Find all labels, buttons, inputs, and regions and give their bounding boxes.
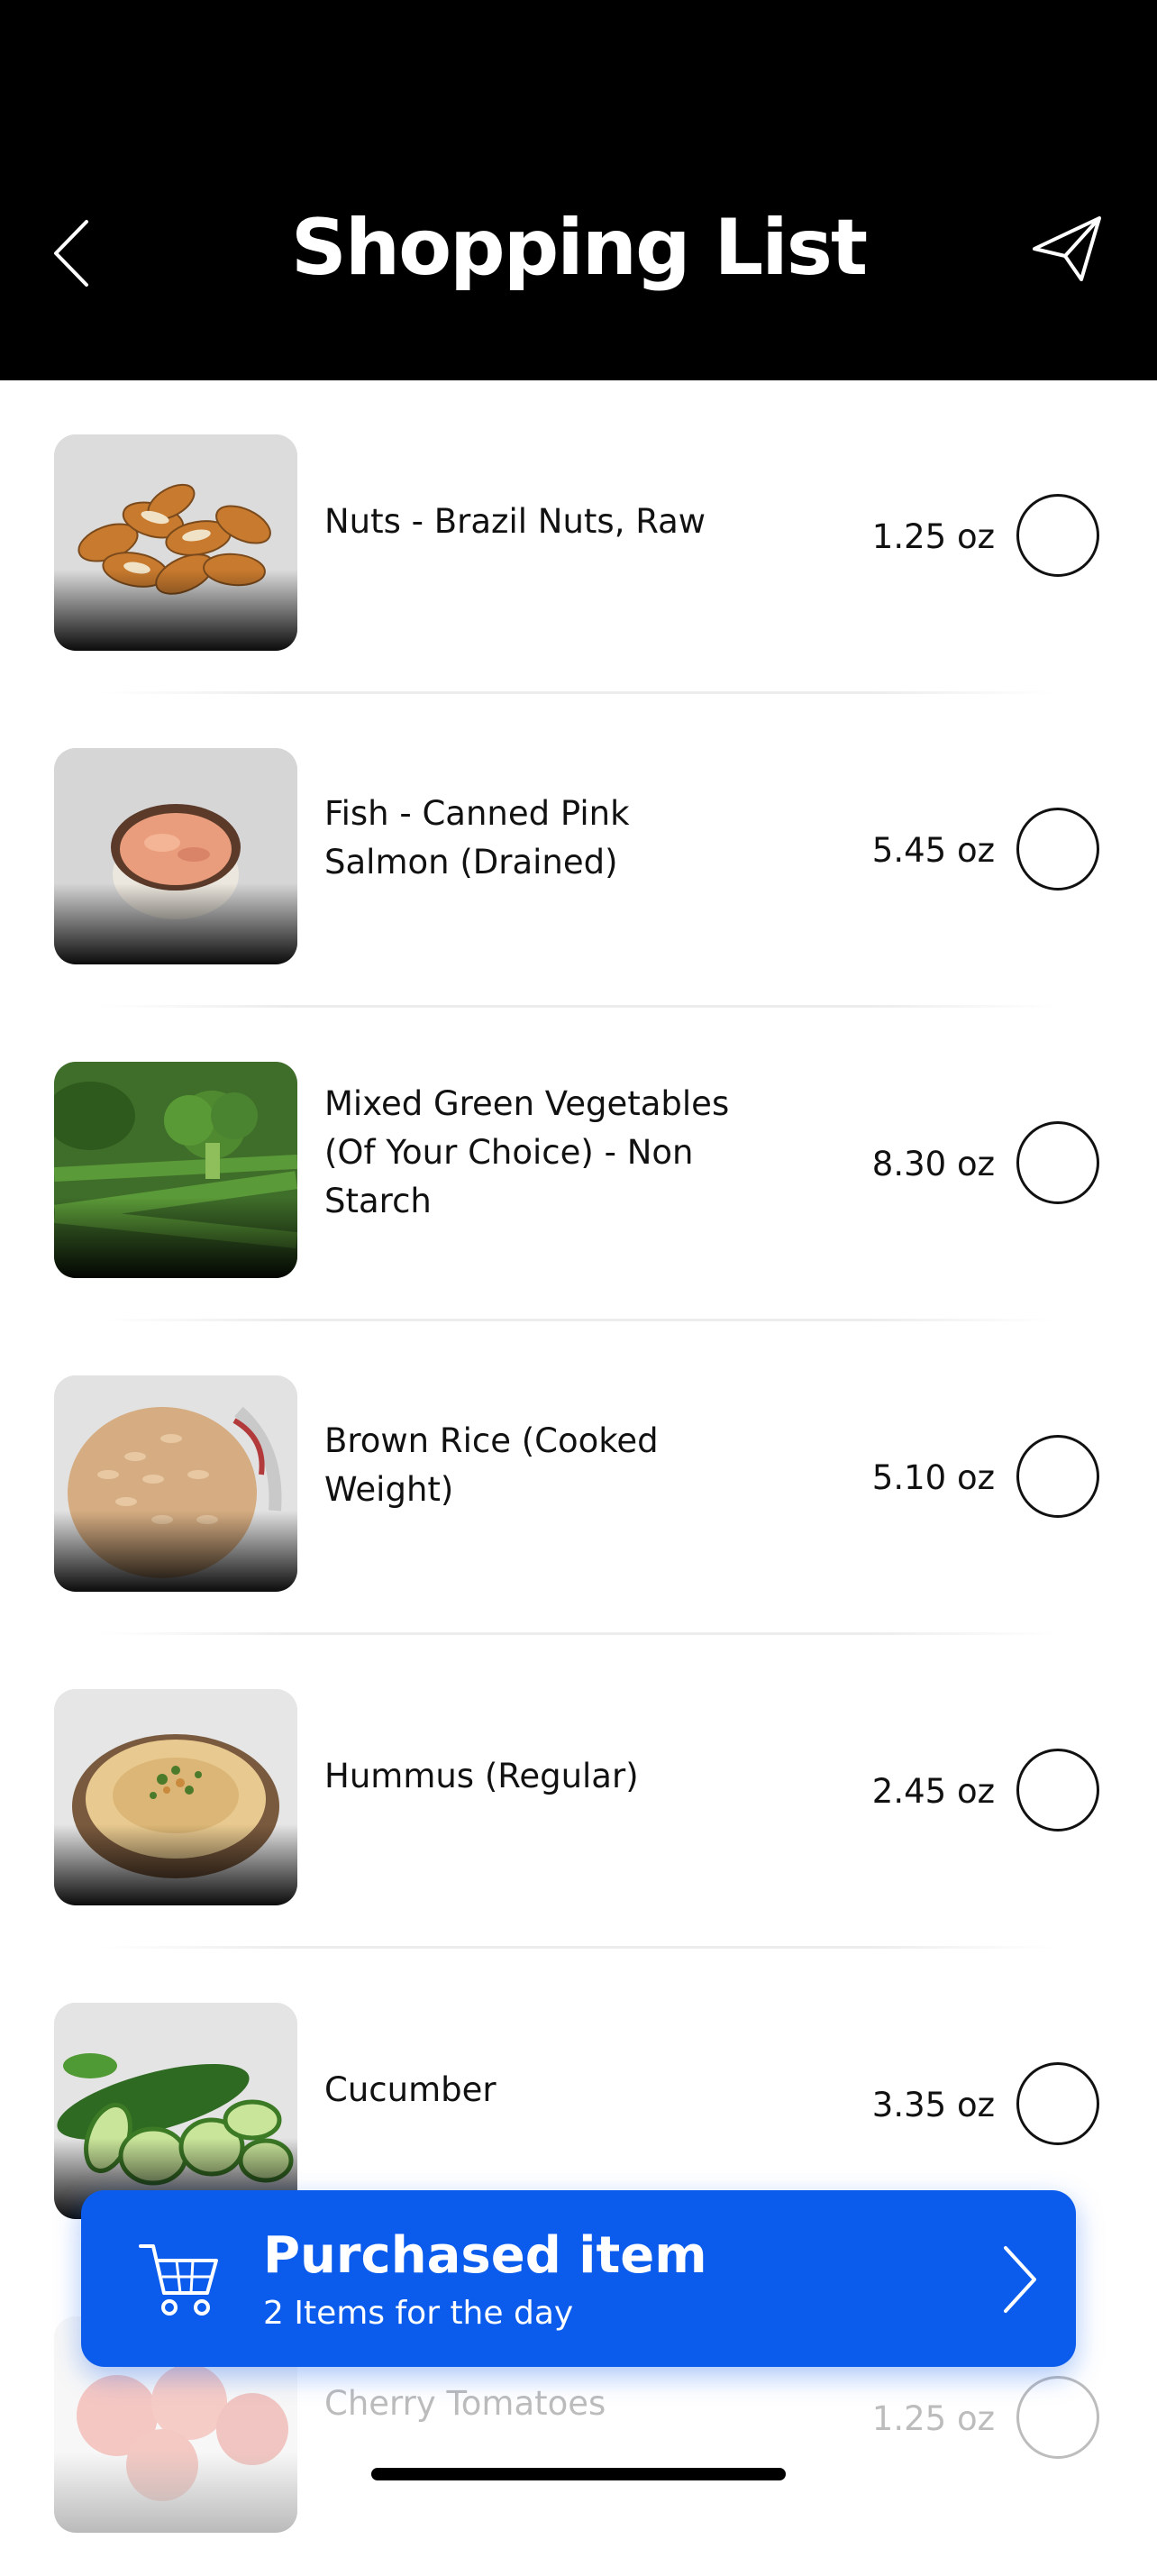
list-item[interactable]: Hummus (Regular) 2.45 oz bbox=[0, 1635, 1157, 1949]
item-quantity: 1.25 oz bbox=[871, 2399, 995, 2438]
item-name: Cherry Tomatoes bbox=[324, 2384, 606, 2423]
item-image bbox=[54, 434, 297, 651]
item-name: Cucumber bbox=[324, 2070, 497, 2109]
item-checkbox[interactable] bbox=[1016, 1749, 1099, 1832]
chevron-right-icon bbox=[1004, 2246, 1036, 2313]
list-item[interactable]: Mixed Green Vegetables (Of Your Choice) … bbox=[0, 1008, 1157, 1321]
item-quantity: 5.10 oz bbox=[871, 1458, 995, 1497]
item-checkbox[interactable] bbox=[1016, 1435, 1099, 1518]
list-item[interactable]: Brown Rice (Cooked Weight) 5.10 oz bbox=[0, 1321, 1157, 1635]
item-quantity: 2.45 oz bbox=[871, 1772, 995, 1811]
item-name: Brown Rice (Cooked Weight) bbox=[324, 1421, 659, 1509]
purchased-subtitle: 2 Items for the day bbox=[263, 2295, 574, 2332]
item-checkbox[interactable] bbox=[1016, 808, 1099, 891]
item-image bbox=[54, 1062, 297, 1278]
header-bar: Shopping List bbox=[0, 0, 1157, 380]
item-name: Hummus (Regular) bbox=[324, 1757, 639, 1795]
item-name: Nuts - Brazil Nuts, Raw bbox=[324, 502, 706, 541]
item-image bbox=[54, 1375, 297, 1592]
item-name: Mixed Green Vegetables (Of Your Choice) … bbox=[324, 1084, 730, 1220]
item-image bbox=[54, 1689, 297, 1905]
item-quantity: 5.45 oz bbox=[871, 831, 995, 870]
item-quantity: 8.30 oz bbox=[871, 1145, 995, 1183]
paper-plane-icon[interactable] bbox=[1027, 209, 1108, 290]
list-item[interactable]: Fish - Canned Pink Salmon (Drained) 5.45… bbox=[0, 694, 1157, 1008]
item-image bbox=[54, 748, 297, 964]
page-title: Shopping List bbox=[290, 203, 868, 293]
item-quantity: 1.25 oz bbox=[871, 517, 995, 556]
home-indicator[interactable] bbox=[371, 2468, 786, 2480]
item-checkbox[interactable] bbox=[1016, 1121, 1099, 1204]
item-checkbox[interactable] bbox=[1016, 2376, 1099, 2459]
list-item[interactable]: Nuts - Brazil Nuts, Raw 1.25 oz bbox=[0, 380, 1157, 694]
item-checkbox[interactable] bbox=[1016, 494, 1099, 577]
purchased-title: Purchased item bbox=[263, 2226, 707, 2285]
item-quantity: 3.35 oz bbox=[871, 2086, 995, 2124]
shopping-cart-icon bbox=[139, 2244, 218, 2316]
item-name: Fish - Canned Pink Salmon (Drained) bbox=[324, 794, 630, 882]
item-image bbox=[54, 2003, 297, 2219]
purchased-items-button[interactable]: Purchased item 2 Items for the day bbox=[81, 2190, 1076, 2367]
item-checkbox[interactable] bbox=[1016, 2062, 1099, 2145]
